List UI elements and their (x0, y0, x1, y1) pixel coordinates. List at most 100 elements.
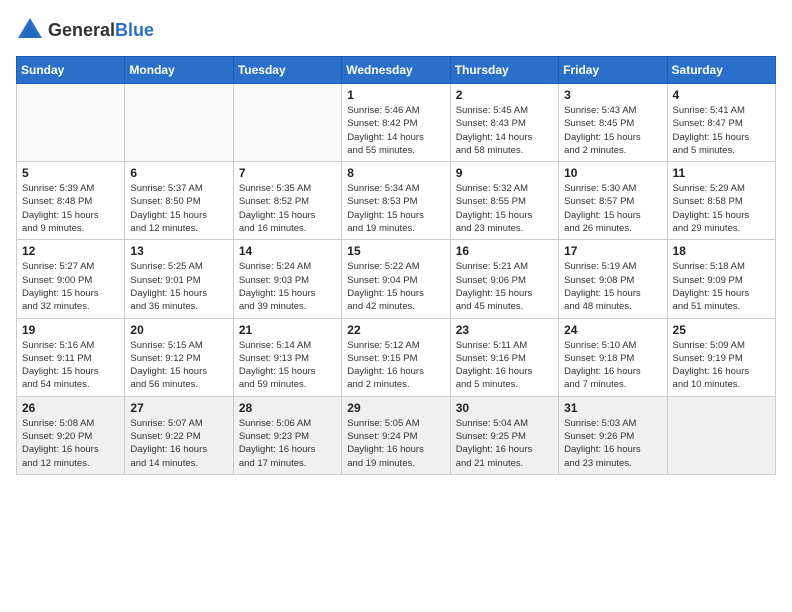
calendar-cell: 29 Sunrise: 5:05 AM Sunset: 9:24 PM Dayli… (342, 396, 450, 474)
day-info: Sunrise: 5:11 AM Sunset: 9:16 PM Dayligh… (456, 339, 553, 392)
calendar-cell: 10Sunrise: 5:30 AM Sunset: 8:57 PM Dayli… (559, 162, 667, 240)
calendar-cell: 26 Sunrise: 5:08 AM Sunset: 9:20 PM Dayli… (17, 396, 125, 474)
day-info: Sunrise: 5:04 AM Sunset: 9:25 PM Dayligh… (456, 417, 553, 470)
calendar-cell: 25 Sunrise: 5:09 AM Sunset: 9:19 PM Dayli… (667, 318, 775, 396)
calendar-cell: 6 Sunrise: 5:37 AM Sunset: 8:50 PM Daylig… (125, 162, 233, 240)
day-number: 17 (564, 244, 661, 258)
calendar-cell (667, 396, 775, 474)
day-number: 4 (673, 88, 770, 102)
day-info: Sunrise: 5:35 AM Sunset: 8:52 PM Dayligh… (239, 182, 336, 235)
day-number: 30 (456, 401, 553, 415)
day-info: Sunrise: 5:03 AM Sunset: 9:26 PM Dayligh… (564, 417, 661, 470)
day-info: Sunrise: 5:46 AM Sunset: 8:42 PM Dayligh… (347, 104, 444, 157)
calendar-cell: 23 Sunrise: 5:11 AM Sunset: 9:16 PM Dayli… (450, 318, 558, 396)
calendar-cell: 2 Sunrise: 5:45 AM Sunset: 8:43 PM Daylig… (450, 84, 558, 162)
day-info: Sunrise: 5:08 AM Sunset: 9:20 PM Dayligh… (22, 417, 119, 470)
day-number: 29 (347, 401, 444, 415)
calendar-week-5: 26 Sunrise: 5:08 AM Sunset: 9:20 PM Dayli… (17, 396, 776, 474)
day-info: Sunrise: 5:27 AM Sunset: 9:00 PM Dayligh… (22, 260, 119, 313)
day-number: 12 (22, 244, 119, 258)
day-number: 13 (130, 244, 227, 258)
day-number: 26 (22, 401, 119, 415)
calendar-cell: 4Sunrise: 5:41 AM Sunset: 8:47 PM Daylig… (667, 84, 775, 162)
day-number: 19 (22, 323, 119, 337)
day-number: 5 (22, 166, 119, 180)
day-number: 2 (456, 88, 553, 102)
day-number: 22 (347, 323, 444, 337)
day-number: 7 (239, 166, 336, 180)
calendar-week-4: 19 Sunrise: 5:16 AM Sunset: 9:11 PM Dayli… (17, 318, 776, 396)
calendar-cell: 20Sunrise: 5:15 AM Sunset: 9:12 PM Dayli… (125, 318, 233, 396)
day-info: Sunrise: 5:43 AM Sunset: 8:45 PM Dayligh… (564, 104, 661, 157)
day-number: 8 (347, 166, 444, 180)
day-info: Sunrise: 5:24 AM Sunset: 9:03 PM Dayligh… (239, 260, 336, 313)
day-number: 28 (239, 401, 336, 415)
calendar-header-row: SundayMondayTuesdayWednesdayThursdayFrid… (17, 57, 776, 84)
calendar-table: SundayMondayTuesdayWednesdayThursdayFrid… (16, 56, 776, 475)
generalblue-logo-icon (16, 16, 44, 44)
day-info: Sunrise: 5:07 AM Sunset: 9:22 PM Dayligh… (130, 417, 227, 470)
calendar-cell: 17Sunrise: 5:19 AM Sunset: 9:08 PM Dayli… (559, 240, 667, 318)
calendar-cell: 31 Sunrise: 5:03 AM Sunset: 9:26 PM Dayli… (559, 396, 667, 474)
day-info: Sunrise: 5:25 AM Sunset: 9:01 PM Dayligh… (130, 260, 227, 313)
calendar-cell (125, 84, 233, 162)
day-number: 31 (564, 401, 661, 415)
calendar-cell: 27 Sunrise: 5:07 AM Sunset: 9:22 PM Dayli… (125, 396, 233, 474)
day-number: 23 (456, 323, 553, 337)
calendar-cell: 9 Sunrise: 5:32 AM Sunset: 8:55 PM Daylig… (450, 162, 558, 240)
calendar-week-3: 12 Sunrise: 5:27 AM Sunset: 9:00 PM Dayli… (17, 240, 776, 318)
day-number: 18 (673, 244, 770, 258)
day-info: Sunrise: 5:09 AM Sunset: 9:19 PM Dayligh… (673, 339, 770, 392)
calendar-week-1: 1 Sunrise: 5:46 AM Sunset: 8:42 PM Daylig… (17, 84, 776, 162)
day-info: Sunrise: 5:06 AM Sunset: 9:23 PM Dayligh… (239, 417, 336, 470)
calendar-cell: 28 Sunrise: 5:06 AM Sunset: 9:23 PM Dayli… (233, 396, 341, 474)
header-saturday: Saturday (667, 57, 775, 84)
day-info: Sunrise: 5:12 AM Sunset: 9:15 PM Dayligh… (347, 339, 444, 392)
logo-blue-text: Blue (115, 20, 154, 40)
calendar-cell: 5 Sunrise: 5:39 AM Sunset: 8:48 PM Daylig… (17, 162, 125, 240)
calendar-cell: 18 Sunrise: 5:18 AM Sunset: 9:09 PM Dayli… (667, 240, 775, 318)
day-info: Sunrise: 5:45 AM Sunset: 8:43 PM Dayligh… (456, 104, 553, 157)
day-info: Sunrise: 5:14 AM Sunset: 9:13 PM Dayligh… (239, 339, 336, 392)
calendar-cell: 19 Sunrise: 5:16 AM Sunset: 9:11 PM Dayli… (17, 318, 125, 396)
day-number: 6 (130, 166, 227, 180)
header-monday: Monday (125, 57, 233, 84)
calendar-cell: 24Sunrise: 5:10 AM Sunset: 9:18 PM Dayli… (559, 318, 667, 396)
day-number: 27 (130, 401, 227, 415)
day-info: Sunrise: 5:21 AM Sunset: 9:06 PM Dayligh… (456, 260, 553, 313)
calendar-cell: 7 Sunrise: 5:35 AM Sunset: 8:52 PM Daylig… (233, 162, 341, 240)
calendar-cell: 16Sunrise: 5:21 AM Sunset: 9:06 PM Dayli… (450, 240, 558, 318)
calendar-cell: 30 Sunrise: 5:04 AM Sunset: 9:25 PM Dayli… (450, 396, 558, 474)
day-number: 10 (564, 166, 661, 180)
day-number: 21 (239, 323, 336, 337)
calendar-cell: 14 Sunrise: 5:24 AM Sunset: 9:03 PM Dayli… (233, 240, 341, 318)
page-header: GeneralBlue (16, 16, 776, 44)
calendar-cell (233, 84, 341, 162)
day-info: Sunrise: 5:16 AM Sunset: 9:11 PM Dayligh… (22, 339, 119, 392)
calendar-cell: 3Sunrise: 5:43 AM Sunset: 8:45 PM Daylig… (559, 84, 667, 162)
day-info: Sunrise: 5:05 AM Sunset: 9:24 PM Dayligh… (347, 417, 444, 470)
calendar-cell: 21 Sunrise: 5:14 AM Sunset: 9:13 PM Dayli… (233, 318, 341, 396)
day-info: Sunrise: 5:29 AM Sunset: 8:58 PM Dayligh… (673, 182, 770, 235)
day-number: 9 (456, 166, 553, 180)
calendar-cell: 8 Sunrise: 5:34 AM Sunset: 8:53 PM Daylig… (342, 162, 450, 240)
day-info: Sunrise: 5:37 AM Sunset: 8:50 PM Dayligh… (130, 182, 227, 235)
day-number: 14 (239, 244, 336, 258)
day-info: Sunrise: 5:18 AM Sunset: 9:09 PM Dayligh… (673, 260, 770, 313)
calendar-cell (17, 84, 125, 162)
header-friday: Friday (559, 57, 667, 84)
day-number: 25 (673, 323, 770, 337)
header-wednesday: Wednesday (342, 57, 450, 84)
day-info: Sunrise: 5:22 AM Sunset: 9:04 PM Dayligh… (347, 260, 444, 313)
day-number: 11 (673, 166, 770, 180)
day-number: 1 (347, 88, 444, 102)
day-number: 24 (564, 323, 661, 337)
day-info: Sunrise: 5:32 AM Sunset: 8:55 PM Dayligh… (456, 182, 553, 235)
logo: GeneralBlue (16, 16, 154, 44)
calendar-cell: 22 Sunrise: 5:12 AM Sunset: 9:15 PM Dayli… (342, 318, 450, 396)
header-sunday: Sunday (17, 57, 125, 84)
calendar-cell: 11 Sunrise: 5:29 AM Sunset: 8:58 PM Dayli… (667, 162, 775, 240)
header-tuesday: Tuesday (233, 57, 341, 84)
day-info: Sunrise: 5:34 AM Sunset: 8:53 PM Dayligh… (347, 182, 444, 235)
day-info: Sunrise: 5:39 AM Sunset: 8:48 PM Dayligh… (22, 182, 119, 235)
